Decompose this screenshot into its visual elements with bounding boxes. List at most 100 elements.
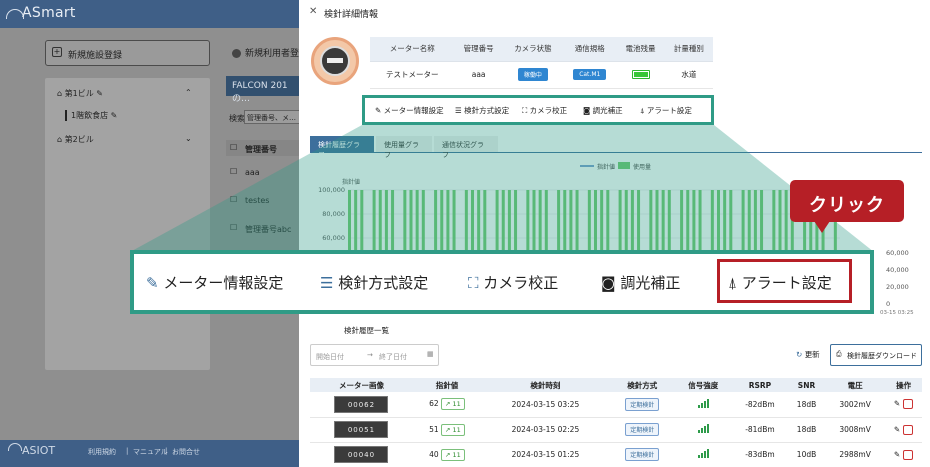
refresh-button[interactable]: ↻ 更新: [796, 349, 820, 360]
y2-tick-label: 40,000: [886, 266, 909, 274]
camera-icon: ◙: [601, 274, 616, 292]
meter-reading-image[interactable]: 00040: [334, 446, 389, 463]
signal-icon: [697, 424, 709, 433]
camera-status-badge: 稼働中: [517, 68, 548, 81]
col-header: 検針方式: [609, 378, 675, 392]
comm-badge: Cat.M1: [573, 69, 607, 80]
tree-item-restaurant[interactable]: 1階飲食店 ✎: [65, 110, 117, 121]
search-input[interactable]: 管理番号、メ…: [244, 110, 304, 124]
settings-menu: ✎ メーター情報設定 ☰ 検針方式設定 ⛶ カメラ校正 ◙ 調光補正 ⍋ アラー…: [362, 95, 714, 125]
footer-logo-icon: [8, 443, 22, 451]
tab-reading-history[interactable]: 検針履歴グラフ: [310, 136, 374, 159]
footer-logo: ASIOT: [22, 444, 56, 457]
user-add-icon: [232, 49, 241, 58]
delete-icon[interactable]: [903, 449, 914, 460]
history-table: メーター画像 指針値 検針時刻 検針方式 信号強度 RSRP SNR 電圧 操作…: [310, 378, 922, 467]
edit-icon[interactable]: ✎: [894, 450, 900, 459]
list-item[interactable]: 管理番号abc: [245, 224, 291, 235]
col-header: メーター画像: [310, 378, 413, 392]
delta-badge: ↗ 11: [441, 448, 465, 461]
graph-tabs: 検針履歴グラフ 使用量グラフ 通信状況グラフ: [310, 136, 922, 159]
y-tick-label: 80,000: [322, 210, 345, 218]
delete-icon[interactable]: [903, 399, 914, 410]
zoom-menu-meter-info[interactable]: ✎ メーター情報設定: [146, 272, 283, 293]
meter-dial-icon: [320, 46, 350, 76]
meter-reading-image[interactable]: 00062: [334, 395, 389, 413]
callout-tail: [814, 221, 830, 233]
meter-id: aaa: [454, 61, 503, 89]
tab-usage[interactable]: 使用量グラフ: [376, 136, 432, 159]
edit-icon[interactable]: ✎: [894, 425, 900, 434]
device-tab[interactable]: FALCON 201の…: [226, 76, 304, 104]
col-header: 通信規格: [563, 37, 617, 62]
footer-link-contact[interactable]: お問合せ: [172, 447, 200, 457]
edit-icon[interactable]: ✎: [894, 399, 900, 408]
footer-link-manual[interactable]: マニュアル: [133, 447, 168, 457]
checkbox[interactable]: ☐: [230, 167, 237, 176]
new-facility-button[interactable]: + 新規施設登録: [45, 40, 210, 66]
download-icon: ⎙: [836, 350, 842, 358]
y-tick-label: 60,000: [322, 234, 345, 242]
date-range-input[interactable]: 開始日付 → 終了日付 ▦: [310, 344, 439, 366]
click-callout: クリック: [790, 180, 904, 222]
checkbox[interactable]: ☐: [230, 223, 237, 232]
crop-corners-icon: ⛶: [468, 274, 479, 292]
table-row: 00040 40 ↗ 11 2024-03-15 01:25 定期検針 -83d…: [310, 442, 922, 467]
footer-link-terms[interactable]: 利用規約: [88, 447, 116, 457]
chart-legend: 指針値 使用量: [580, 162, 651, 171]
calendar-icon: ▦: [427, 350, 434, 358]
sliders-icon: ☰: [320, 274, 334, 292]
alert-highlight-box: [717, 259, 852, 303]
reading-time: 2024-03-15 01:25: [481, 442, 610, 467]
reading-time: 2024-03-15 03:25: [481, 392, 610, 418]
end-date[interactable]: 終了日付: [379, 352, 407, 362]
tree-item-building2[interactable]: ⌂ 第2ビル: [57, 134, 94, 145]
close-icon[interactable]: ✕: [309, 6, 317, 17]
method-badge: 定期検針: [625, 423, 660, 436]
list-item[interactable]: testes: [245, 196, 269, 205]
add-facility-icon: +: [52, 47, 62, 57]
col-header: RSRP: [731, 378, 788, 392]
col-header: 指針値: [412, 378, 482, 392]
list-header: 管理番号: [245, 145, 277, 154]
tab-comm-status[interactable]: 通信状況グラフ: [434, 136, 498, 159]
chevron-down-icon[interactable]: ⌄: [185, 134, 192, 143]
arrow-right-icon: →: [367, 351, 373, 359]
y2-tick-label: 60,000: [886, 249, 909, 257]
legend-label: 指針値: [597, 163, 615, 171]
zoom-menu-camera-calibration[interactable]: ⛶ カメラ校正: [468, 272, 558, 293]
history-title: 検針履歴一覧: [344, 326, 389, 335]
menu-meter-info[interactable]: ✎ メーター情報設定: [375, 105, 444, 116]
col-header: 管理番号: [454, 37, 503, 62]
checkbox[interactable]: ☐: [230, 195, 237, 204]
chevron-up-icon[interactable]: ⌃: [185, 88, 192, 97]
zoom-menu-light-correction[interactable]: ◙ 調光補正: [601, 272, 680, 293]
meter-name: テストメーター: [370, 61, 455, 89]
meter-reading-image[interactable]: 00051: [334, 421, 389, 438]
menu-reading-method[interactable]: ☰ 検針方式設定: [455, 105, 509, 116]
menu-light-correction[interactable]: ◙ 調光補正: [583, 105, 623, 116]
meter-info-table: メーター名称 管理番号 カメラ状態 通信規格 電池残量 計量種別 テストメーター…: [370, 37, 713, 89]
app-logo: ASmart: [22, 5, 76, 21]
menu-alert-settings[interactable]: ⍋ アラート設定: [640, 105, 692, 116]
delete-icon[interactable]: [903, 424, 914, 435]
battery-level: [633, 72, 648, 78]
col-header: 操作: [885, 378, 922, 392]
zoomed-settings-menu: ✎ メーター情報設定 ☰ 検針方式設定 ⛶ カメラ校正 ◙ 調光補正 ⍋ アラー…: [130, 250, 874, 314]
delta-badge: ↗ 11: [441, 398, 465, 411]
checkbox[interactable]: ☐: [230, 143, 237, 152]
col-header: 検針時刻: [481, 378, 610, 392]
download-history-button[interactable]: ⎙ 検針履歴ダウンロード: [830, 344, 922, 366]
col-header: 電池残量: [616, 37, 665, 62]
zoom-menu-reading-method[interactable]: ☰ 検針方式設定: [320, 272, 428, 293]
meter-photo: [311, 37, 359, 85]
tree-item-building1[interactable]: ⌂ 第1ビル ✎: [57, 88, 103, 99]
list-item[interactable]: aaa: [245, 168, 260, 177]
col-header: メーター名称: [370, 37, 455, 62]
legend-bar-marker: [618, 162, 630, 169]
start-date[interactable]: 開始日付: [316, 352, 344, 362]
menu-camera-calibration[interactable]: ⛶ カメラ校正: [522, 105, 567, 116]
new-user-button[interactable]: 新規利用者登録: [232, 46, 308, 59]
new-facility-label: 新規施設登録: [68, 51, 123, 61]
y-axis-label: 指針値: [342, 178, 360, 186]
